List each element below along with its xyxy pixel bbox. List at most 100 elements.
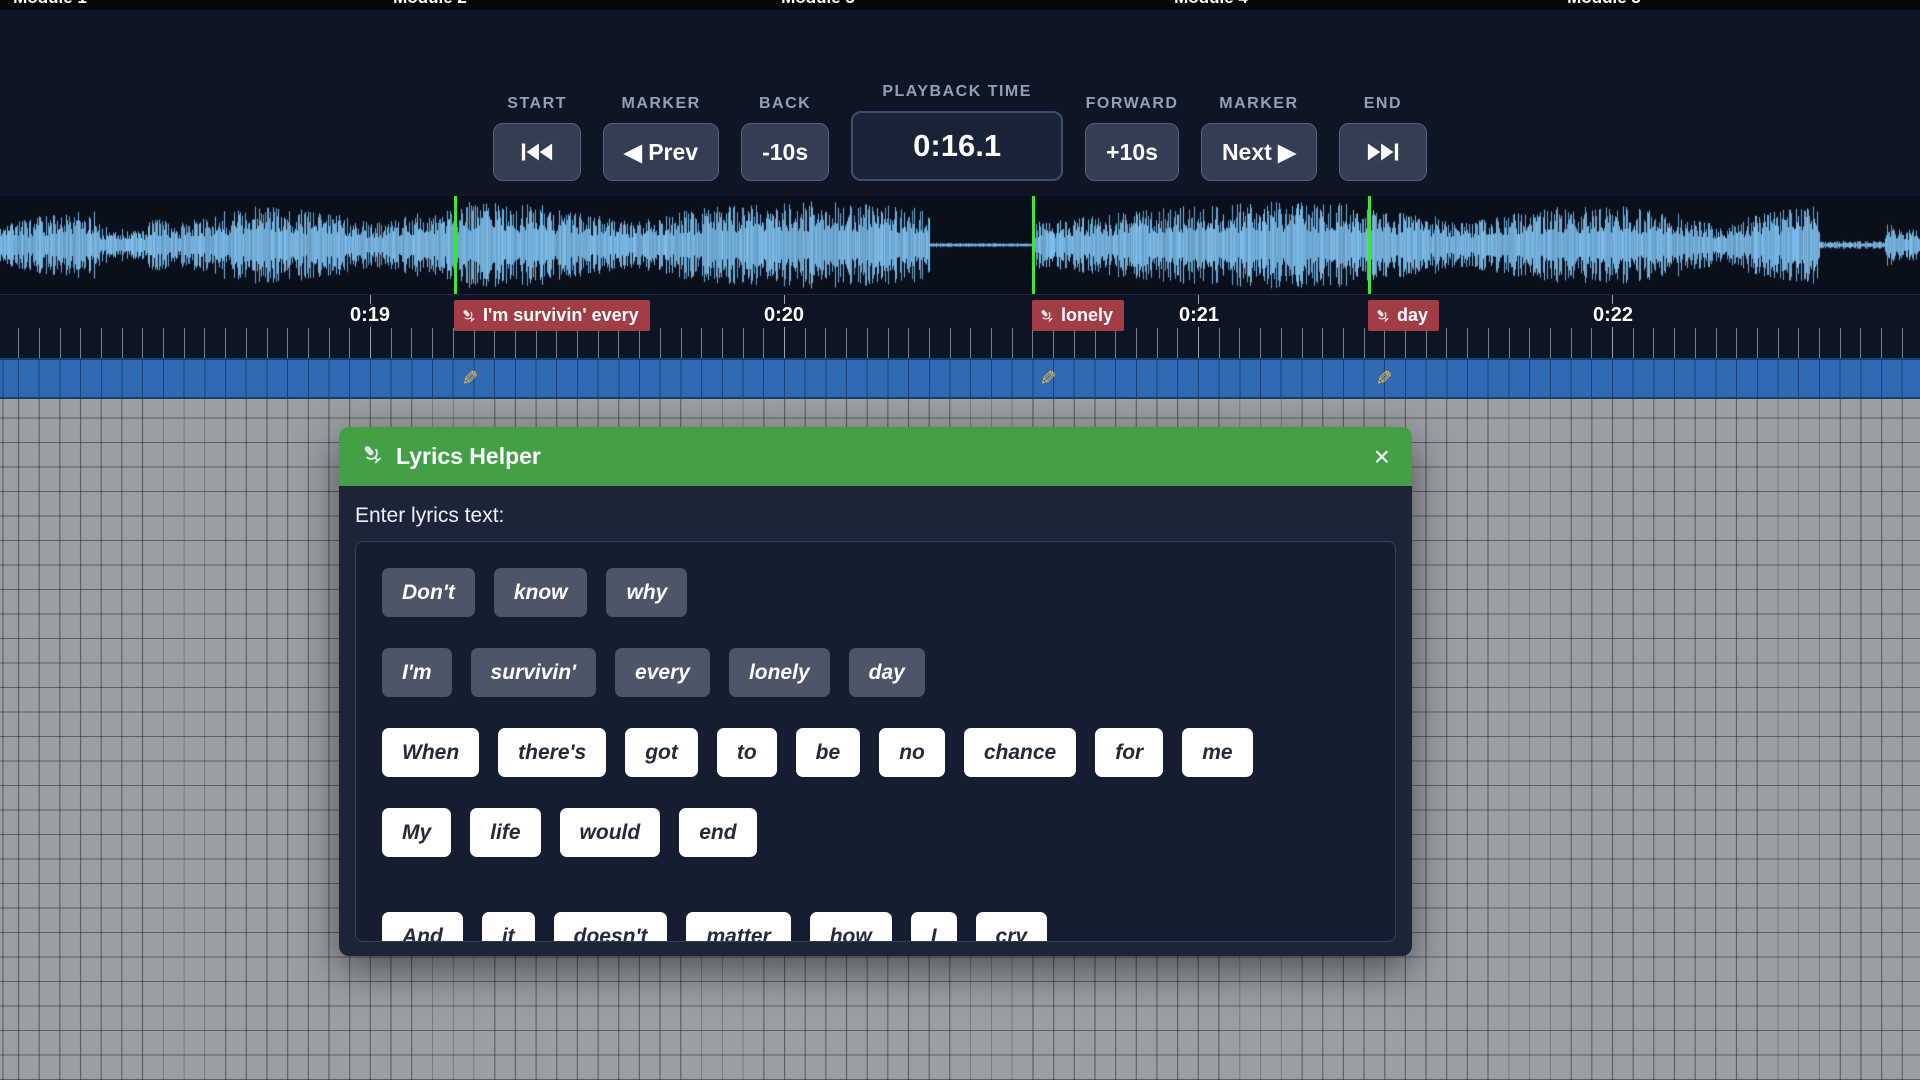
word-chip[interactable]: every xyxy=(615,648,710,697)
timeline-ruler[interactable]: 0:190:200:210:22 I'm survivin' every lon… xyxy=(0,294,1920,358)
tick-mark xyxy=(308,328,309,358)
microphone-icon xyxy=(361,443,383,465)
tick-mark xyxy=(1736,328,1737,358)
microphone-icon xyxy=(361,443,383,470)
tick-mark xyxy=(39,328,40,358)
word-chip[interactable]: doesn't xyxy=(554,912,668,942)
module-tab[interactable]: Module 1 xyxy=(13,0,87,9)
word-chip[interactable]: would xyxy=(560,808,661,857)
tick-mark xyxy=(1674,328,1675,358)
microphone-icon xyxy=(1039,308,1054,323)
tick-mark xyxy=(1157,328,1158,358)
tick-mark xyxy=(825,328,826,358)
tick-mark xyxy=(598,328,599,358)
tick-mark xyxy=(577,328,578,358)
tick-mark xyxy=(60,328,61,358)
word-chip[interactable]: it xyxy=(482,912,535,942)
waveform-display[interactable] xyxy=(0,196,1920,294)
word-chip[interactable]: And xyxy=(382,912,463,942)
word-chip[interactable]: cry xyxy=(976,912,1048,942)
tick-mark xyxy=(950,328,951,358)
time-label: 0:22 xyxy=(1589,304,1637,327)
tick-mark xyxy=(1798,328,1799,358)
skip-to-start-button[interactable] xyxy=(493,123,581,181)
lyrics-line: When there's gottobeno chance forme xyxy=(382,728,1369,777)
word-chip[interactable]: there's xyxy=(498,728,606,777)
prev-marker-button[interactable]: ◀ Prev xyxy=(603,123,719,181)
word-chip[interactable]: I'm xyxy=(382,648,452,697)
word-chip[interactable]: survivin' xyxy=(471,648,597,697)
tick-mark xyxy=(1881,328,1882,358)
word-chip[interactable]: I xyxy=(911,912,957,942)
forward-10s-button[interactable]: +10s xyxy=(1085,123,1179,181)
tick-mark xyxy=(681,328,682,358)
start-label: START xyxy=(507,95,567,113)
lyrics-text-area[interactable]: Don't knowwhy I'm survivin' every lonely day Wh… xyxy=(355,541,1396,942)
lyrics-line: Andit doesn't matter how Icry xyxy=(382,912,1369,942)
lyric-marker[interactable]: lonely xyxy=(1032,300,1124,331)
word-chip[interactable]: When xyxy=(382,728,479,777)
tick-mark xyxy=(1012,328,1013,358)
back-10s-button[interactable]: -10s xyxy=(741,123,829,181)
marker-next-label: MARKER xyxy=(1219,95,1298,113)
tick-mark xyxy=(867,328,868,358)
tick-mark xyxy=(536,328,537,358)
tick-mark xyxy=(1571,328,1572,358)
module-tab[interactable]: Module 3 xyxy=(781,0,855,9)
module-tab[interactable]: Module 2 xyxy=(393,0,467,9)
time-label: 0:20 xyxy=(760,304,808,327)
lyrics-line: Don't knowwhy xyxy=(382,568,1369,617)
skip-to-end-button[interactable] xyxy=(1339,123,1427,181)
word-chip[interactable]: to xyxy=(717,728,777,777)
tick-mark xyxy=(1260,328,1261,358)
tick-mark xyxy=(1902,328,1903,358)
note-track[interactable]: ✎ ✎ ✎ xyxy=(0,358,1920,399)
word-chip[interactable]: me xyxy=(1182,728,1252,777)
tick-mark xyxy=(1778,328,1779,358)
next-marker-button[interactable]: Next ▶ xyxy=(1201,123,1317,181)
word-chip[interactable]: know xyxy=(494,568,588,617)
close-button[interactable]: × xyxy=(1374,443,1390,471)
tick-mark xyxy=(556,328,557,358)
word-chip[interactable]: Don't xyxy=(382,568,475,617)
microphone-icon xyxy=(461,308,476,323)
back-label: BACK xyxy=(759,95,811,113)
module-tab[interactable]: Module 5 xyxy=(1567,0,1641,9)
word-chip[interactable]: why xyxy=(606,568,687,617)
transport-group-marker-next: MARKER Next ▶ xyxy=(1201,95,1317,181)
module-tab[interactable]: Module 4 xyxy=(1174,0,1248,9)
word-chip[interactable]: matter xyxy=(686,912,790,942)
word-chip[interactable]: got xyxy=(625,728,698,777)
pencil-icon[interactable]: ✎ xyxy=(462,366,479,391)
pencil-icon[interactable]: ✎ xyxy=(1040,366,1057,391)
lyric-marker[interactable]: I'm survivin' every xyxy=(454,300,650,331)
word-chip[interactable]: chance xyxy=(964,728,1076,777)
word-chip[interactable]: lonely xyxy=(729,648,830,697)
tick-mark xyxy=(1426,328,1427,358)
word-chip[interactable]: My xyxy=(382,808,451,857)
word-chip[interactable]: how xyxy=(810,912,892,942)
tick-mark xyxy=(1239,328,1240,358)
tick-mark xyxy=(432,328,433,358)
word-chip[interactable]: no xyxy=(879,728,945,777)
tick-mark xyxy=(970,328,971,358)
word-chip[interactable]: be xyxy=(796,728,861,777)
tick-mark xyxy=(204,328,205,358)
tick-mark xyxy=(1467,328,1468,358)
marker-line xyxy=(1032,196,1035,294)
word-chip[interactable]: day xyxy=(849,648,925,697)
tick-mark xyxy=(18,328,19,358)
pencil-icon[interactable]: ✎ xyxy=(1376,366,1393,391)
tick-mark xyxy=(287,328,288,358)
karaoke-timing-editor: Module 1 Module 2 Module 3 Module 4 Module 5… xyxy=(0,0,1920,1080)
tick-mark xyxy=(142,328,143,358)
marker-line xyxy=(1368,196,1371,294)
lyric-marker-text: lonely xyxy=(1061,305,1113,326)
tick-mark xyxy=(1860,328,1861,358)
tick-mark xyxy=(1343,328,1344,358)
playback-time-label: PLAYBACK TIME xyxy=(882,83,1032,101)
word-chip[interactable]: life xyxy=(470,808,540,857)
word-chip[interactable]: for xyxy=(1095,728,1163,777)
lyric-marker[interactable]: day xyxy=(1368,300,1439,331)
word-chip[interactable]: end xyxy=(679,808,756,857)
